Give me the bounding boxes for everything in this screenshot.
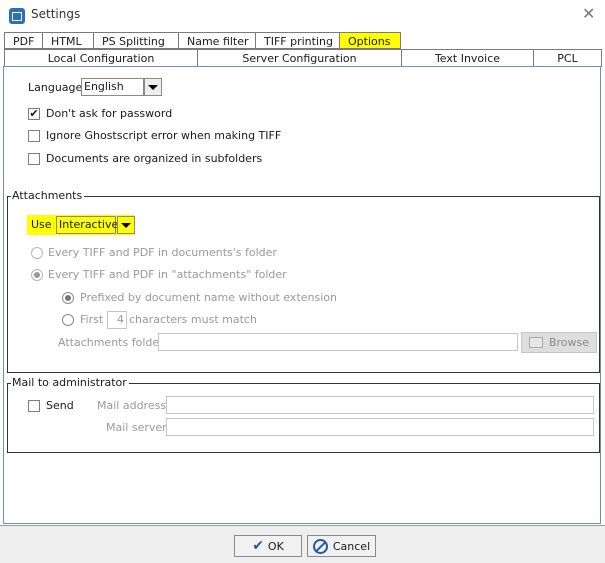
every-attach-radio[interactable] (31, 269, 43, 281)
cancel-button[interactable]: Cancel (307, 535, 376, 557)
ok-button[interactable]: ✔ OK (234, 535, 302, 557)
subfolders-checkbox[interactable] (28, 153, 40, 165)
ignore-ghostscript-label: Ignore Ghostscript error when making TIF… (46, 129, 282, 142)
dont-ask-password-label: Don't ask for password (46, 107, 173, 120)
mail-server-label: Mail server (106, 421, 167, 434)
browse-label: Browse (548, 336, 590, 349)
first-count-input[interactable]: 4 (107, 311, 127, 329)
browse-button[interactable]: Browse (521, 332, 597, 353)
close-icon[interactable]: ✕ (582, 4, 595, 23)
tab-ps-splitting[interactable]: PS Splitting (93, 32, 178, 49)
app-icon (9, 8, 25, 24)
window-title: Settings (31, 7, 81, 21)
prefixed-label: Prefixed by document name without extens… (80, 291, 337, 304)
cancel-label: Cancel (332, 539, 371, 553)
tab-name-filter[interactable]: Name filter (178, 32, 255, 49)
dont-ask-password-checkbox[interactable]: ✔ (28, 108, 40, 120)
attachments-folder-input[interactable] (158, 333, 518, 351)
every-attach-label: Every TIFF and PDF in "attachments" fold… (48, 268, 287, 281)
language-select[interactable]: English (81, 78, 144, 96)
send-checkbox[interactable] (28, 400, 40, 412)
first-label: First (80, 313, 104, 326)
folder-icon (528, 337, 543, 348)
tab-server-configuration[interactable]: Server Configuration (197, 50, 401, 67)
dialog-footer (0, 525, 605, 563)
send-label: Send (46, 399, 74, 412)
ignore-ghostscript-checkbox[interactable] (28, 130, 40, 142)
tab-tiff-printing[interactable]: TIFF printing (255, 32, 339, 49)
language-dropdown-icon[interactable] (144, 78, 162, 96)
use-dropdown-icon[interactable] (117, 216, 135, 234)
first-suffix-label: characters must match (129, 313, 257, 326)
mail-address-label: Mail address (97, 399, 167, 412)
mail-legend: Mail to administrator (11, 376, 129, 389)
title-bar: Settings ✕ (0, 0, 605, 30)
first-radio[interactable] (62, 314, 74, 326)
tab-row-bottom: Local Configuration Server Configuration… (4, 49, 602, 67)
cancel-icon (312, 538, 328, 554)
ok-label: OK (267, 539, 284, 553)
subfolders-label: Documents are organized in subfolders (46, 152, 263, 165)
every-docs-radio[interactable] (31, 247, 43, 259)
attachments-folder-label: Attachments folder (58, 336, 164, 349)
mail-server-input[interactable] (166, 418, 594, 436)
use-label: Use (31, 218, 52, 231)
attachments-legend: Attachments (11, 189, 85, 202)
mail-address-input[interactable] (166, 396, 594, 414)
prefixed-radio[interactable] (62, 292, 74, 304)
tab-pdf[interactable]: PDF (4, 32, 42, 49)
language-label: Language (28, 81, 83, 94)
tab-text-invoice[interactable]: Text Invoice (401, 50, 533, 67)
tab-html[interactable]: HTML (42, 32, 93, 49)
tab-options[interactable]: Options (339, 32, 401, 49)
tab-pcl[interactable]: PCL (533, 50, 602, 67)
every-docs-label: Every TIFF and PDF in documents's folder (48, 246, 277, 259)
tab-local-configuration[interactable]: Local Configuration (4, 50, 197, 67)
use-select[interactable]: Interactive (56, 216, 118, 234)
tab-row-top: PDF HTML PS Splitting Name filter TIFF p… (4, 32, 401, 49)
check-icon: ✔ (252, 538, 264, 554)
